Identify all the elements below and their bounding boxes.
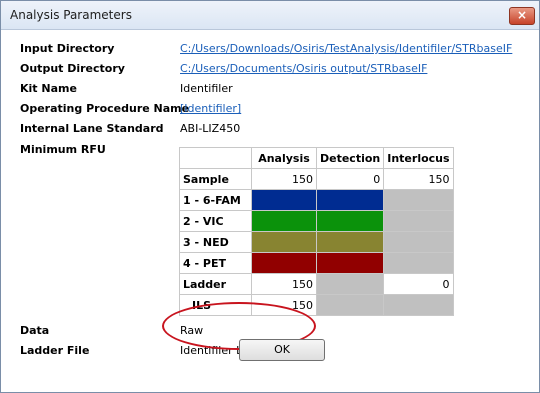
6fam-detection-cell[interactable] [315, 189, 385, 211]
pet-detection-cell[interactable] [315, 252, 385, 274]
column-header-interlocus: Interlocus [383, 147, 454, 169]
sample-interlocus-cell[interactable]: 150 [383, 168, 454, 190]
ladder-analysis-cell[interactable]: 150 [251, 273, 317, 295]
rfu-row-sample: Sample 150 0 150 [179, 168, 454, 190]
ils-detection-cell [315, 294, 385, 316]
rfu-row-pet: 4 - PET [179, 252, 454, 274]
minimum-rfu-label: Minimum RFU [20, 143, 106, 156]
analysis-parameters-dialog: Analysis Parameters × Input Directory C:… [0, 0, 540, 393]
title-bar: Analysis Parameters × [1, 1, 539, 30]
kit-name-value: Identifiler [180, 82, 233, 95]
ils-interlocus-cell [383, 294, 454, 316]
window-title: Analysis Parameters [10, 8, 132, 22]
minimum-rfu-table: Analysis Detection Interlocus Sample 150… [179, 147, 454, 316]
row-label-6fam: 1 - 6-FAM [179, 189, 252, 211]
ok-button[interactable]: OK [239, 339, 325, 361]
rfu-header-row: Analysis Detection Interlocus [179, 147, 454, 169]
input-directory-label: Input Directory [20, 42, 115, 55]
rfu-corner-cell [179, 147, 252, 169]
6fam-interlocus-cell [383, 189, 454, 211]
pet-analysis-cell[interactable] [251, 252, 317, 274]
ned-detection-cell[interactable] [315, 231, 385, 253]
kit-name-label: Kit Name [20, 82, 77, 95]
operating-procedure-link[interactable]: [Identifiler] [180, 102, 241, 115]
vic-detection-cell[interactable] [315, 210, 385, 232]
row-label-ned: 3 - NED [179, 231, 252, 253]
ladder-file-label: Ladder File [20, 344, 90, 357]
close-button[interactable]: × [509, 7, 535, 25]
output-directory-link[interactable]: C:/Users/Documents/Osiris output/STRbase… [180, 62, 427, 75]
rfu-row-6fam: 1 - 6-FAM [179, 189, 454, 211]
rfu-row-ned: 3 - NED [179, 231, 454, 253]
internal-lane-standard-label: Internal Lane Standard [20, 122, 164, 135]
sample-detection-cell[interactable]: 0 [315, 168, 385, 190]
data-label: Data [20, 324, 50, 337]
vic-interlocus-cell [383, 210, 454, 232]
6fam-analysis-cell[interactable] [251, 189, 317, 211]
dialog-content: Input Directory C:/Users/Downloads/Osiri… [1, 30, 539, 392]
vic-analysis-cell[interactable] [251, 210, 317, 232]
row-label-sample: Sample [179, 168, 252, 190]
row-label-pet: 4 - PET [179, 252, 252, 274]
ladder-detection-cell [315, 273, 385, 295]
ned-interlocus-cell [383, 231, 454, 253]
ned-analysis-cell[interactable] [251, 231, 317, 253]
row-label-vic: 2 - VIC [179, 210, 252, 232]
internal-lane-standard-value: ABI-LIZ450 [180, 122, 241, 135]
rfu-row-vic: 2 - VIC [179, 210, 454, 232]
row-label-ladder: Ladder [179, 273, 252, 295]
column-header-detection: Detection [315, 147, 385, 169]
input-directory-link[interactable]: C:/Users/Downloads/Osiris/TestAnalysis/I… [180, 42, 512, 55]
ladder-interlocus-cell[interactable]: 0 [383, 273, 454, 295]
sample-analysis-cell[interactable]: 150 [251, 168, 317, 190]
pet-interlocus-cell [383, 252, 454, 274]
operating-procedure-label: Operating Procedure Name [20, 102, 190, 115]
column-header-analysis: Analysis [251, 147, 317, 169]
output-directory-label: Output Directory [20, 62, 125, 75]
rfu-row-ladder: Ladder 150 0 [179, 273, 454, 295]
